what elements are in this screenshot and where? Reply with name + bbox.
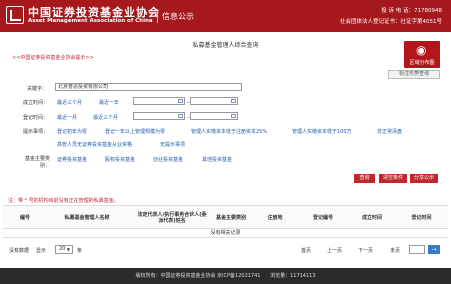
fund-type-option[interactable]: 创业投资基金 <box>153 156 183 163</box>
calendar-icon <box>178 99 183 103</box>
registered-option-1m[interactable]: 最近一月 <box>57 114 77 121</box>
region-map-button[interactable]: ◉ 区域分布图 <box>404 41 440 68</box>
column-header: 私募基金管理人名称 <box>64 215 110 221</box>
first-page-button[interactable]: 首页 <box>301 247 311 254</box>
tip-option[interactable]: 无提示事项 <box>160 141 185 148</box>
fund-type-option[interactable]: 证券投资基金 <box>57 156 87 163</box>
table-notice: 注：带 * 号的机构目前没有正在管理的私募基金。 <box>8 198 119 204</box>
org-name-en: Asset Management Association of China <box>28 18 153 24</box>
show-label: 显示 <box>36 248 47 254</box>
next-page-button[interactable]: 下一页 <box>358 247 373 254</box>
go-page-button[interactable]: → <box>428 245 440 254</box>
column-header: 注册地 <box>267 215 283 221</box>
standard-query-button[interactable]: 标注形势查询 <box>388 70 440 79</box>
established-option-3m[interactable]: 最近三个月 <box>57 99 82 106</box>
last-page-button[interactable]: 末页 <box>390 247 400 254</box>
prev-page-button[interactable]: 上一页 <box>327 247 342 254</box>
keyword-input[interactable]: 北京普思投资有限公司 <box>55 83 242 91</box>
column-header: 法定代表人/执行事务合伙人(委派代表)姓名 <box>137 212 207 224</box>
pub-label: 信息公示 <box>162 12 194 21</box>
table-header: 编号 私募基金管理人名称 法定代表人/执行事务合伙人(委派代表)姓名 基金主要类… <box>3 205 448 229</box>
tip-option[interactable]: 管理人实缴资本低于注册资本25% <box>191 128 267 135</box>
keyword-label: 关键字： <box>27 86 48 92</box>
page-title: 私募基金管理人综合查询 <box>192 42 259 49</box>
established-option-1y[interactable]: 最近一年 <box>99 99 119 106</box>
copyright-text: 版权所有：中国证券投资基金业协会 京ICP备12021741 <box>135 273 261 279</box>
established-end-date[interactable] <box>190 97 238 105</box>
registered-start-date[interactable] <box>133 112 185 120</box>
column-header: 基金主要类别 <box>215 215 246 221</box>
site-header: 中国证券投资基金业协会 Asset Management Association… <box>0 0 451 32</box>
calendar-icon <box>231 114 236 118</box>
column-header: 登记时间 <box>411 215 432 221</box>
page-size-unit: 条 <box>77 248 83 254</box>
column-header: 登记编号 <box>312 215 333 221</box>
fund-type-label: 基金主要类别： <box>24 156 50 169</box>
calendar-icon <box>231 99 236 103</box>
established-start-date[interactable] <box>133 97 185 105</box>
association-tip-link[interactable]: <<中国证券投资基金业协会提示>> <box>12 54 94 61</box>
header-divider <box>157 9 158 23</box>
empty-table-row: 没有相关记录 <box>3 229 448 238</box>
map-icon: ◉ <box>416 43 427 57</box>
registered-option-3m[interactable]: 最近三个月 <box>93 114 118 121</box>
registered-label: 登记时间： <box>23 115 49 121</box>
page-size-value: 20 <box>59 246 66 252</box>
clear-conditions-button[interactable]: 清空条件 <box>379 174 407 183</box>
hotline-text: 投 诉 电 话：71780948 <box>381 8 442 14</box>
column-header: 编号 <box>19 215 30 221</box>
tip-option[interactable]: 高管人员无证券投资基金从业资格 <box>57 141 132 148</box>
tip-option[interactable]: 登记初年为零 <box>57 128 87 135</box>
share-button[interactable]: 分享公示 <box>410 174 438 183</box>
region-map-label: 区域分布图 <box>409 60 435 66</box>
tips-label: 提示事项： <box>23 129 49 135</box>
tip-option[interactable]: 管理人实缴资本低于100万 <box>292 128 352 135</box>
site-footer: 版权所有：中国证券投资基金业协会 京ICP备12021741 浏览量：11714… <box>0 268 451 284</box>
chevron-down-icon: ▼ <box>66 247 70 252</box>
query-button[interactable]: 查询 <box>354 174 375 183</box>
page-size-select[interactable]: 20 ▼ <box>55 245 73 254</box>
column-header: 成立时间 <box>361 215 382 221</box>
logo-icon <box>6 6 24 24</box>
registered-end-date[interactable] <box>190 112 238 120</box>
visit-count-text: 浏览量：11714113 <box>270 273 316 279</box>
fund-type-option[interactable]: 其他投资基金 <box>202 156 232 163</box>
tip-option[interactable]: 登记一年以上管理规模为零 <box>105 128 165 135</box>
fund-type-option[interactable]: 股权投资基金 <box>105 156 135 163</box>
tip-option[interactable]: 非正常清盘 <box>377 128 402 135</box>
established-label: 成立时间： <box>23 100 49 106</box>
page-number-input[interactable] <box>409 245 425 254</box>
total-text: 没有数据 <box>9 248 30 254</box>
registration-text: 社会团体法人登记证书：社证字第4051号 <box>340 19 442 25</box>
calendar-icon <box>178 114 183 118</box>
